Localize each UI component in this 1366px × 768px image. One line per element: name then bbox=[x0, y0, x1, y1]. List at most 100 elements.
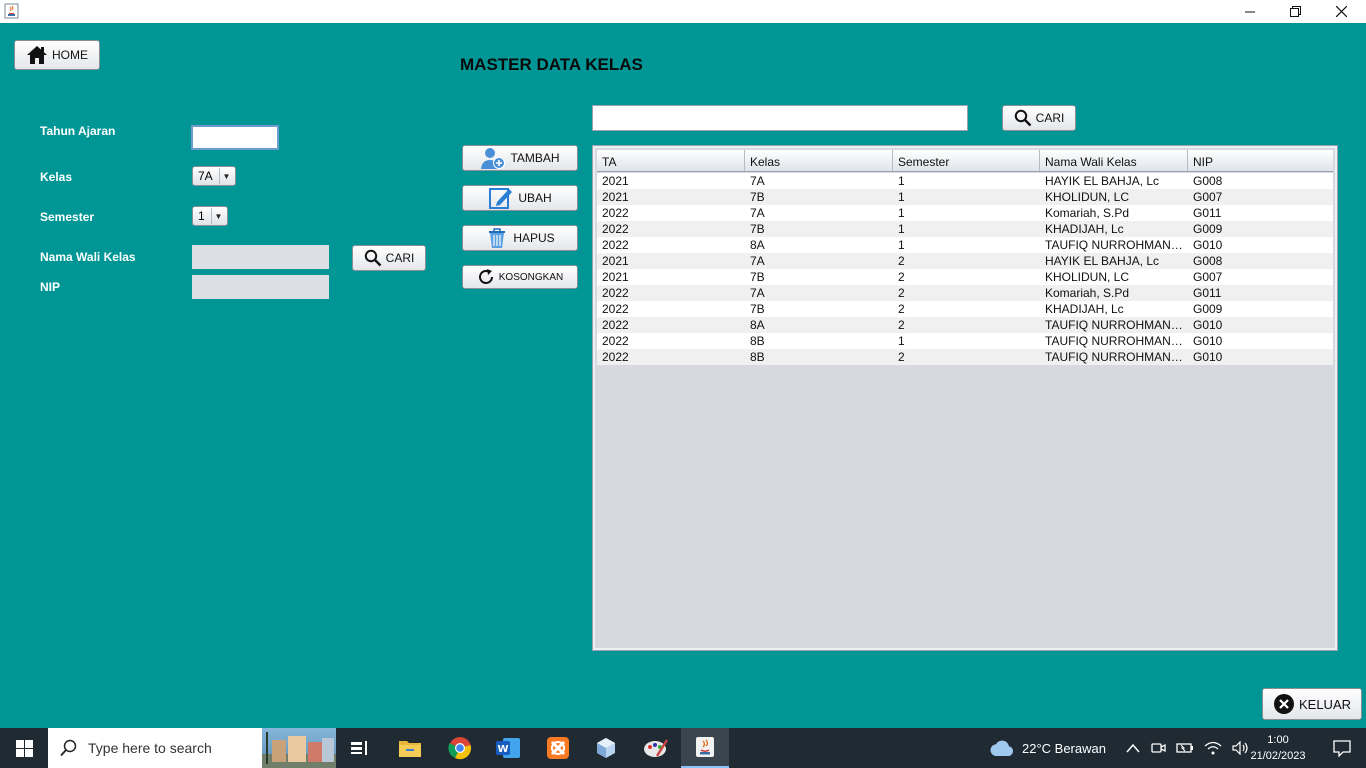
notification-icon bbox=[1333, 740, 1351, 757]
table-cell: HAYIK EL BAHJA, Lc bbox=[1045, 254, 1160, 268]
table-row[interactable]: 2022 8B 1 TAUFIQ NURROHMAN,... G010 bbox=[597, 333, 1333, 349]
wali-kelas-input[interactable] bbox=[193, 246, 328, 268]
minimize-icon bbox=[1245, 11, 1255, 12]
table-cell: G009 bbox=[1193, 302, 1223, 316]
table-cell: G010 bbox=[1193, 350, 1223, 364]
cari-table-label: CARI bbox=[1035, 111, 1065, 125]
table-search-field[interactable] bbox=[592, 105, 968, 131]
column-header-ta[interactable]: TA bbox=[597, 150, 745, 171]
table-cell: 1 bbox=[898, 238, 905, 252]
semester-label: Semester bbox=[40, 210, 95, 224]
table-cell: 2 bbox=[898, 302, 905, 316]
ubah-button[interactable]: UBAH bbox=[462, 185, 578, 211]
windows-icon bbox=[15, 739, 33, 757]
taskbar-clock[interactable]: 1:00 21/02/2023 bbox=[1243, 732, 1313, 764]
keluar-label: KELUAR bbox=[1298, 696, 1352, 712]
table-body: 2021 7A 1 HAYIK EL BAHJA, Lc G008 2021 7B 1 KHOL… bbox=[597, 173, 1333, 365]
table-row[interactable]: 2022 8A 1 TAUFIQ NURROHMAN,... G010 bbox=[597, 237, 1333, 253]
tambah-button[interactable]: TAMBAH bbox=[462, 145, 578, 171]
virtualbox-icon bbox=[597, 738, 615, 758]
home-button[interactable]: HOME bbox=[14, 40, 100, 70]
svg-text:W: W bbox=[497, 744, 508, 755]
table-row[interactable]: 2022 8A 2 TAUFIQ NURROHMAN,... G010 bbox=[597, 317, 1333, 333]
semester-select[interactable]: 1 ▼ bbox=[192, 206, 228, 226]
table-cell: 7B bbox=[750, 302, 765, 316]
table-cell: 2022 bbox=[602, 350, 629, 364]
kelas-table[interactable]: TA Kelas Semester Nama Wali Kelas NIP 20… bbox=[592, 145, 1338, 651]
tahun-ajaran-input[interactable] bbox=[193, 127, 277, 148]
cari-guru-button[interactable]: CARI bbox=[352, 245, 426, 271]
word-icon: W bbox=[496, 738, 520, 758]
table-row[interactable]: 2022 7A 1 Komariah, S.Pd G011 bbox=[597, 205, 1333, 221]
xampp-button[interactable] bbox=[534, 728, 582, 768]
table-cell: G011 bbox=[1193, 286, 1222, 300]
start-button[interactable] bbox=[0, 728, 48, 768]
ubah-label: UBAH bbox=[518, 191, 552, 205]
cloud-icon bbox=[990, 740, 1014, 756]
restore-button[interactable] bbox=[1272, 0, 1318, 23]
taskbar-search-box[interactable]: Type here to search bbox=[48, 728, 336, 768]
table-row[interactable]: 2022 7A 2 Komariah, S.Pd G011 bbox=[597, 285, 1333, 301]
column-header-nip[interactable]: NIP bbox=[1188, 150, 1333, 171]
taskbar-search-placeholder: Type here to search bbox=[88, 740, 212, 756]
table-cell: 8A bbox=[750, 238, 765, 252]
table-cell: TAUFIQ NURROHMAN,... bbox=[1045, 334, 1185, 348]
wali-kelas-label: Nama Wali Kelas bbox=[40, 250, 136, 264]
kelas-select[interactable]: 7A ▼ bbox=[192, 166, 236, 186]
tahun-ajaran-field[interactable] bbox=[191, 125, 279, 150]
table-cell: 8A bbox=[750, 318, 765, 332]
hapus-button[interactable]: HAPUS bbox=[462, 225, 578, 251]
nip-field[interactable] bbox=[192, 275, 329, 299]
cari-table-button[interactable]: CARI bbox=[1002, 105, 1076, 131]
nip-label: NIP bbox=[40, 280, 61, 294]
table-row[interactable]: 2021 7A 2 HAYIK EL BAHJA, Lc G008 bbox=[597, 253, 1333, 269]
table-row[interactable]: 2021 7B 2 KHOLIDUN, LC G007 bbox=[597, 269, 1333, 285]
table-cell: 2022 bbox=[602, 318, 629, 332]
column-header-wali-kelas[interactable]: Nama Wali Kelas bbox=[1040, 150, 1188, 171]
chevron-up-icon[interactable] bbox=[1126, 743, 1140, 753]
close-button[interactable] bbox=[1318, 0, 1364, 23]
paint-button[interactable] bbox=[632, 728, 680, 768]
java-app-button[interactable] bbox=[681, 728, 729, 768]
nip-input[interactable] bbox=[193, 276, 328, 298]
weather-widget[interactable]: 22°C Berawan bbox=[988, 728, 1106, 768]
table-row[interactable]: 2022 7B 1 KHADIJAH, Lc G009 bbox=[597, 221, 1333, 237]
file-explorer-button[interactable] bbox=[386, 728, 434, 768]
battery-icon[interactable] bbox=[1176, 741, 1194, 755]
table-search-input[interactable] bbox=[593, 106, 967, 130]
table-cell: 2 bbox=[898, 270, 905, 284]
table-cell: 1 bbox=[898, 222, 905, 236]
table-cell: G010 bbox=[1193, 238, 1223, 252]
table-cell: G010 bbox=[1193, 334, 1223, 348]
table-cell: 2021 bbox=[602, 190, 629, 204]
table-cell: KHOLIDUN, LC bbox=[1045, 270, 1130, 284]
search-icon bbox=[364, 249, 382, 267]
table-cell: 2022 bbox=[602, 302, 629, 316]
wali-kelas-field[interactable] bbox=[192, 245, 329, 269]
tambah-label: TAMBAH bbox=[510, 151, 560, 165]
kosongkan-button[interactable]: KOSONGKAN bbox=[462, 265, 578, 289]
table-row[interactable]: 2022 7B 2 KHADIJAH, Lc G009 bbox=[597, 301, 1333, 317]
notification-button[interactable] bbox=[1318, 728, 1366, 768]
task-view-button[interactable] bbox=[336, 728, 384, 768]
minimize-button[interactable] bbox=[1227, 0, 1273, 23]
word-button[interactable]: W bbox=[484, 728, 532, 768]
java-icon bbox=[696, 737, 714, 757]
column-header-semester[interactable]: Semester bbox=[893, 150, 1040, 171]
wifi-icon[interactable] bbox=[1204, 741, 1222, 755]
chrome-button[interactable] bbox=[436, 728, 484, 768]
column-header-kelas[interactable]: Kelas bbox=[745, 150, 893, 171]
table-cell: HAYIK EL BAHJA, Lc bbox=[1045, 174, 1160, 188]
table-cell: G009 bbox=[1193, 222, 1223, 236]
virtualbox-button[interactable] bbox=[582, 728, 630, 768]
table-cell: 7B bbox=[750, 190, 765, 204]
table-cell: 8B bbox=[750, 334, 765, 348]
table-row[interactable]: 2021 7B 1 KHOLIDUN, LC G007 bbox=[597, 189, 1333, 205]
table-cell: G011 bbox=[1193, 206, 1222, 220]
table-row[interactable]: 2022 8B 2 TAUFIQ NURROHMAN,... G010 bbox=[597, 349, 1333, 365]
xampp-icon bbox=[547, 737, 569, 759]
table-row[interactable]: 2021 7A 1 HAYIK EL BAHJA, Lc G008 bbox=[597, 173, 1333, 189]
paint-icon bbox=[644, 739, 669, 757]
meet-now-icon[interactable] bbox=[1150, 740, 1166, 756]
keluar-button[interactable]: KELUAR bbox=[1262, 688, 1362, 720]
